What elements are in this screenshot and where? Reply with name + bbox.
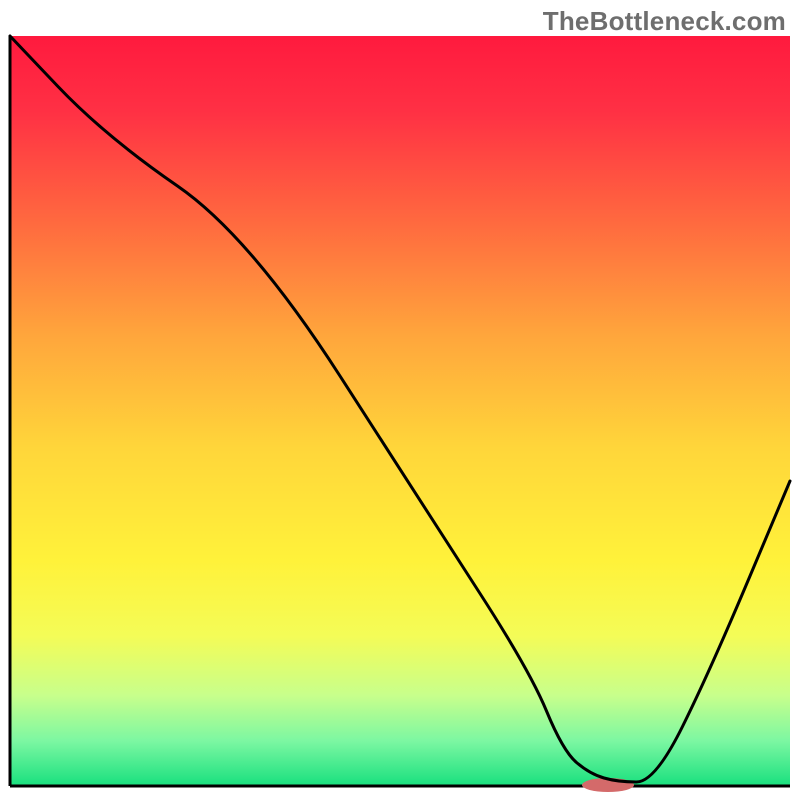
watermark-text: TheBottleneck.com <box>543 6 786 37</box>
chart-stage: TheBottleneck.com <box>0 0 800 800</box>
bottleneck-chart <box>0 0 800 800</box>
